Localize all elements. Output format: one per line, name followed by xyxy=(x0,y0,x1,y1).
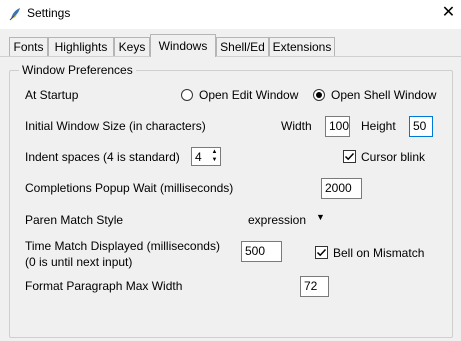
cursor-blink-label[interactable]: Cursor blink xyxy=(361,150,425,164)
close-button[interactable]: ✕ xyxy=(436,2,461,26)
checkmark-icon xyxy=(344,152,355,161)
bell-mismatch-label[interactable]: Bell on Mismatch xyxy=(333,246,424,260)
window-size-label: Initial Window Size (in characters) xyxy=(25,119,206,133)
completions-input[interactable]: 2000 xyxy=(321,178,362,199)
paren-style-label: Paren Match Style xyxy=(25,213,124,227)
spin-down-icon[interactable]: ▼ xyxy=(209,156,220,165)
chevron-down-icon: ▼ xyxy=(316,212,325,222)
open-shell-window-radio[interactable] xyxy=(313,89,325,101)
tab-keys[interactable]: Keys xyxy=(114,37,150,56)
tab-highlights[interactable]: Highlights xyxy=(48,37,114,56)
indent-value: 4 xyxy=(195,150,202,164)
python-feather-icon xyxy=(8,7,22,21)
tab-windows[interactable]: Windows xyxy=(150,34,216,57)
tab-label: Highlights xyxy=(54,40,108,54)
tab-extensions[interactable]: Extensions xyxy=(269,37,335,56)
open-shell-window-label[interactable]: Open Shell Window xyxy=(331,88,436,102)
time-match-sublabel: (0 is until next input) xyxy=(25,255,133,269)
window-preferences-group xyxy=(9,70,453,338)
paren-style-dropdown[interactable]: expression ▼ xyxy=(248,212,328,229)
time-match-label: Time Match Displayed (milliseconds) xyxy=(25,239,220,253)
paragraph-width-input[interactable]: 72 xyxy=(300,276,329,297)
tab-label: Windows xyxy=(158,39,208,53)
width-input[interactable]: 100 xyxy=(325,116,350,137)
indent-spinbox[interactable]: 4 ▲ ▼ xyxy=(191,147,221,166)
paragraph-width-label: Format Paragraph Max Width xyxy=(25,279,183,293)
close-icon: ✕ xyxy=(441,4,456,21)
window-title: Settings xyxy=(27,6,71,20)
checkmark-icon xyxy=(316,248,327,257)
title-bar: Settings ✕ xyxy=(0,0,461,28)
tab-fonts[interactable]: Fonts xyxy=(9,37,48,56)
tab-label: Keys xyxy=(118,40,146,54)
open-edit-window-label[interactable]: Open Edit Window xyxy=(199,88,298,102)
open-edit-window-radio[interactable] xyxy=(181,89,193,101)
time-match-input[interactable]: 500 xyxy=(241,241,282,262)
indent-label: Indent spaces (4 is standard) xyxy=(25,150,180,164)
cursor-blink-checkbox[interactable] xyxy=(343,150,356,163)
height-label: Height xyxy=(361,119,396,133)
tab-label: Shell/Ed xyxy=(220,40,265,54)
paren-style-value: expression xyxy=(248,213,307,227)
at-startup-label: At Startup xyxy=(25,88,79,102)
tab-label: Fonts xyxy=(13,40,44,54)
bell-mismatch-checkbox[interactable] xyxy=(315,246,328,259)
group-title: Window Preferences xyxy=(19,63,136,77)
completions-label: Completions Popup Wait (milliseconds) xyxy=(25,181,234,195)
width-label: Width xyxy=(281,119,312,133)
height-input[interactable]: 50 xyxy=(409,116,433,137)
tab-shell-ed[interactable]: Shell/Ed xyxy=(216,37,269,56)
tab-label: Extensions xyxy=(272,40,332,54)
